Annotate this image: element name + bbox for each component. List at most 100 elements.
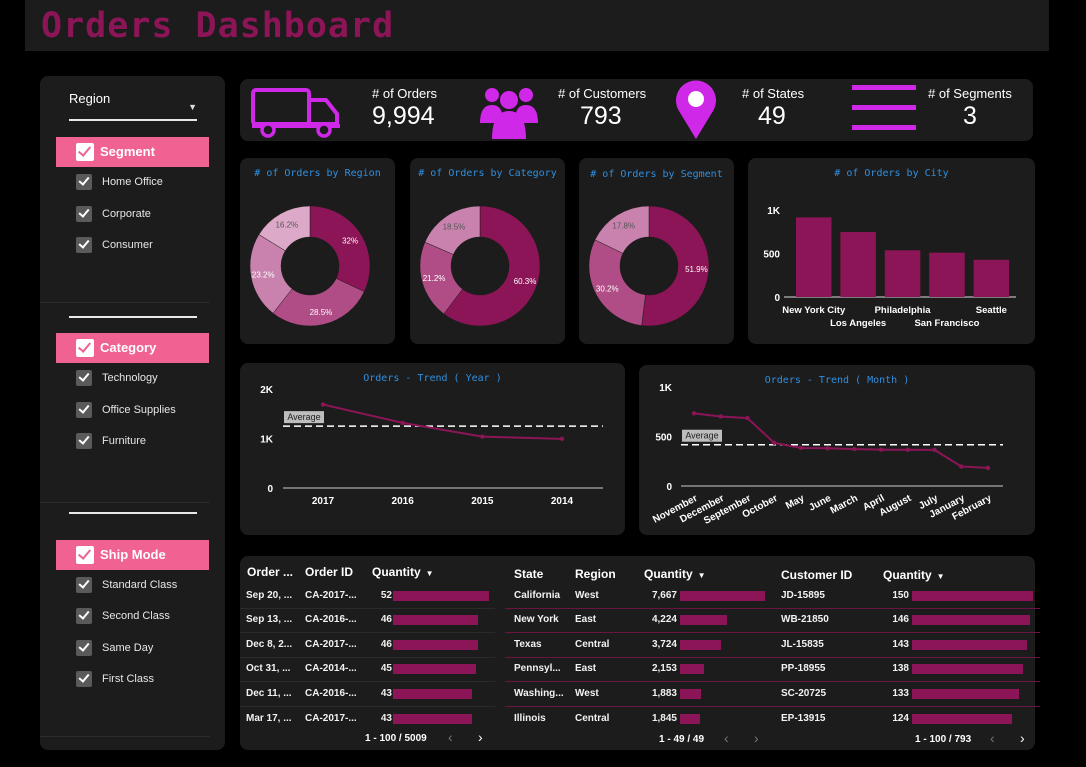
sort-desc-icon[interactable]: ▼: [937, 572, 945, 581]
filter-option[interactable]: Home Office: [76, 173, 163, 191]
table-cell: New York: [514, 614, 559, 625]
checkbox[interactable]: [76, 174, 92, 190]
data-point[interactable]: [320, 402, 326, 407]
data-point[interactable]: [825, 446, 830, 451]
filter-option[interactable]: Technology: [76, 369, 158, 387]
filter-option[interactable]: Same Day: [76, 639, 153, 657]
category-donut-chart[interactable]: 60.3% 21.2% 18.5%: [410, 158, 565, 344]
city-bar-chart[interactable]: 1K 500 0New York City Los Angeles Philadelph…: [748, 158, 1035, 344]
x-tick-label: 2014: [551, 496, 574, 507]
chevron-right-icon[interactable]: ›: [1020, 730, 1025, 746]
filter-option[interactable]: First Class: [76, 670, 154, 688]
checkbox[interactable]: [76, 206, 92, 222]
donut-slice[interactable]: [588, 239, 646, 326]
bar[interactable]: [929, 252, 965, 297]
column-header[interactable]: Order ...: [247, 565, 293, 579]
filter-option[interactable]: Consumer: [76, 236, 153, 254]
slice-label: 21.2%: [423, 274, 446, 283]
checkbox[interactable]: [76, 402, 92, 418]
category-donut-panel: # of Orders by Category 60.3% 21.2% 18.5%: [410, 158, 565, 344]
quantity-bar: [393, 714, 473, 724]
filter-section-label: Ship Mode: [100, 547, 166, 562]
bar[interactable]: [973, 259, 1010, 297]
filter-section-label: Category: [100, 340, 157, 355]
quantity-bar: [912, 640, 1028, 650]
filter-option[interactable]: Standard Class: [76, 576, 177, 594]
data-point[interactable]: [878, 447, 884, 452]
checkbox[interactable]: [76, 608, 92, 624]
check-icon: [77, 339, 92, 353]
checkbox[interactable]: [76, 433, 92, 449]
data-point[interactable]: [905, 447, 911, 452]
check-icon: [78, 671, 90, 683]
month-trend-chart[interactable]: 1K5000AverageNovemberDecemberSeptemberOc…: [639, 365, 1035, 535]
menu-lines-icon: [852, 85, 916, 130]
trend-line[interactable]: [693, 412, 989, 469]
filter-option[interactable]: Second Class: [76, 607, 170, 625]
table-cell: Oct 31, ...: [246, 663, 291, 674]
quantity-bar: [680, 714, 701, 724]
filter-option-label: Corporate: [102, 208, 151, 220]
sort-desc-icon[interactable]: ▼: [426, 569, 434, 578]
data-point[interactable]: [691, 411, 697, 416]
filter-option-label: Second Class: [102, 610, 170, 622]
column-header[interactable]: Region: [575, 567, 616, 581]
data-point[interactable]: [718, 414, 723, 419]
chevron-left-icon[interactable]: ‹: [448, 729, 453, 745]
trend-line[interactable]: [322, 403, 563, 440]
chevron-right-icon[interactable]: ›: [754, 730, 759, 746]
column-header[interactable]: Quantity ▼: [644, 567, 706, 581]
filter-option-label: Standard Class: [102, 579, 178, 591]
x-tick-label: Philadelphia: [875, 305, 932, 316]
data-point[interactable]: [932, 447, 937, 453]
data-point[interactable]: [480, 434, 485, 439]
segment-donut-chart[interactable]: 51.9% 30.2% 17.8%: [579, 158, 734, 344]
column-header[interactable]: Customer ID: [781, 568, 852, 582]
chevron-left-icon[interactable]: ‹: [990, 730, 995, 746]
data-point[interactable]: [959, 464, 964, 469]
filter-option[interactable]: Corporate: [76, 205, 151, 223]
bar[interactable]: [840, 232, 876, 297]
column-header[interactable]: State: [514, 567, 543, 581]
checkbox[interactable]: [76, 370, 92, 386]
sort-desc-icon[interactable]: ▼: [698, 571, 706, 580]
quantity-bar: [680, 591, 765, 601]
y-tick-label: 0: [666, 482, 672, 493]
data-point[interactable]: [559, 436, 565, 442]
kpi-bar: # of Orders 9,994 # of Customers 793 # o…: [240, 79, 1033, 141]
bar[interactable]: [796, 217, 832, 297]
divider: [40, 302, 210, 303]
bar[interactable]: [884, 250, 921, 297]
checkbox[interactable]: [76, 640, 92, 656]
data-point[interactable]: [985, 465, 991, 471]
region-donut-chart[interactable]: 32% 28.5% 23.2% 16.2%: [240, 158, 395, 344]
column-header[interactable]: Quantity ▼: [372, 565, 434, 579]
row-divider: [240, 681, 495, 682]
column-header[interactable]: Quantity ▼: [883, 568, 945, 582]
checkbox[interactable]: [76, 577, 92, 593]
data-point[interactable]: [771, 440, 777, 446]
data-point[interactable]: [745, 415, 750, 421]
data-point[interactable]: [798, 445, 804, 451]
filter-option[interactable]: Furniture: [76, 432, 146, 450]
donut-slice[interactable]: [309, 205, 371, 292]
column-header[interactable]: Order ID: [305, 565, 353, 579]
chevron-right-icon[interactable]: ›: [478, 729, 483, 745]
checkbox[interactable]: [76, 237, 92, 253]
region-dropdown[interactable]: Region ▼: [58, 90, 203, 120]
filter-section-0[interactable]: Segment: [56, 137, 209, 167]
year-trend-chart[interactable]: 2K 1K 0 Average 2017 2016 2015 2014: [240, 363, 625, 535]
data-point[interactable]: [852, 446, 857, 452]
filter-section-2[interactable]: Ship Mode: [56, 540, 209, 570]
data-point[interactable]: [400, 420, 405, 426]
filter-section-1[interactable]: Category: [56, 333, 209, 363]
checkbox[interactable]: [76, 339, 94, 357]
filter-option[interactable]: Office Supplies: [76, 401, 176, 419]
checkbox[interactable]: [76, 671, 92, 687]
tables-panel: Order ... Order ID Quantity ▼ Sep 20, ... CA-…: [240, 556, 1040, 750]
checkbox[interactable]: [76, 143, 94, 161]
checkbox[interactable]: [76, 546, 94, 564]
slice-label: 30.2%: [596, 285, 619, 294]
table-cell: JD-15895: [781, 590, 825, 601]
chevron-left-icon[interactable]: ‹: [724, 730, 729, 746]
